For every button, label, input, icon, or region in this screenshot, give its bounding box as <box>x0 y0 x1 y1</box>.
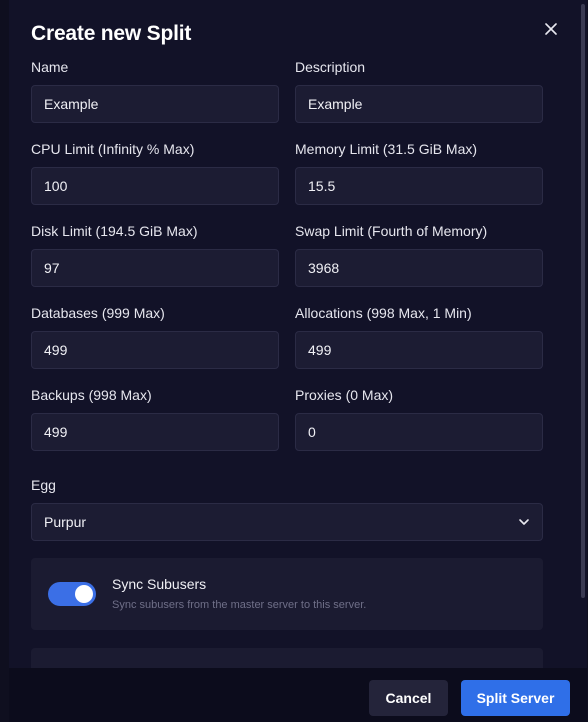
swap-limit-input[interactable] <box>295 249 543 287</box>
allocations-label: Allocations (998 Max, 1 Min) <box>295 305 472 321</box>
cpu-limit-input[interactable] <box>31 167 279 205</box>
next-option-card <box>31 648 543 668</box>
split-server-button[interactable]: Split Server <box>461 680 570 716</box>
egg-select[interactable]: Purpur <box>31 503 543 541</box>
chevron-down-icon <box>519 519 529 525</box>
allocations-input[interactable] <box>295 331 543 369</box>
toggle-knob <box>75 585 93 603</box>
dialog-title: Create new Split <box>31 22 192 45</box>
close-button[interactable] <box>542 20 560 38</box>
databases-label: Databases (999 Max) <box>31 305 165 321</box>
description-input[interactable] <box>295 85 543 123</box>
scrollbar-thumb[interactable] <box>581 4 585 598</box>
backups-input[interactable] <box>31 413 279 451</box>
disk-limit-label: Disk Limit (194.5 GiB Max) <box>31 223 198 239</box>
sync-subusers-card: Sync Subusers Sync subusers from the mas… <box>31 558 543 630</box>
proxies-input[interactable] <box>295 413 543 451</box>
memory-limit-label: Memory Limit (31.5 GiB Max) <box>295 141 478 157</box>
swap-limit-label: Swap Limit (Fourth of Memory) <box>295 223 488 239</box>
memory-limit-input[interactable] <box>295 167 543 205</box>
description-label: Description <box>295 59 366 75</box>
split-dialog: Create new Split Name Description CPU Li… <box>9 0 587 722</box>
backups-label: Backups (998 Max) <box>31 387 152 403</box>
sync-subusers-description: Sync subusers from the master server to … <box>112 599 367 611</box>
databases-input[interactable] <box>31 331 279 369</box>
scrollbar[interactable] <box>579 0 587 668</box>
name-input[interactable] <box>31 85 279 123</box>
proxies-label: Proxies (0 Max) <box>295 387 394 403</box>
disk-limit-input[interactable] <box>31 249 279 287</box>
sync-subusers-toggle[interactable] <box>48 582 96 606</box>
egg-label: Egg <box>31 477 56 493</box>
close-icon <box>545 23 557 35</box>
cancel-button[interactable]: Cancel <box>369 680 448 716</box>
sync-subusers-title: Sync Subusers <box>112 576 207 592</box>
egg-selected-value: Purpur <box>44 514 87 530</box>
dialog-body: Create new Split Name Description CPU Li… <box>9 0 587 668</box>
name-label: Name <box>31 59 69 75</box>
dialog-footer: Cancel Split Server <box>9 668 587 722</box>
cpu-limit-label: CPU Limit (Infinity % Max) <box>31 141 195 157</box>
